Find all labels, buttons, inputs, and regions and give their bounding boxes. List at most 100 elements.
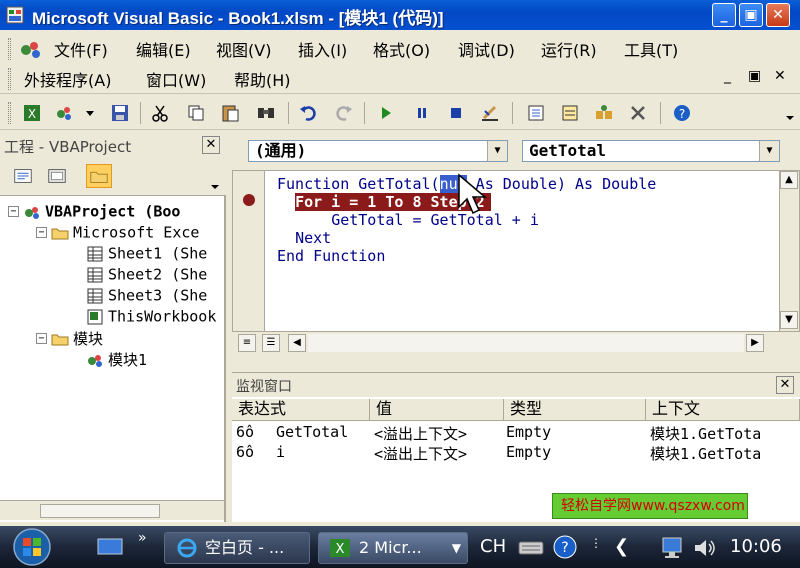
- taskbar-ie-label: 空白页 - ...: [205, 538, 285, 557]
- toggle-folders-icon[interactable]: [86, 164, 112, 188]
- project-toolbar-overflow-icon[interactable]: [208, 176, 222, 192]
- column-header-context[interactable]: 上下文: [646, 399, 800, 421]
- find-icon[interactable]: [256, 103, 276, 123]
- menu-addins[interactable]: 外接程序(A): [24, 67, 111, 91]
- tree-item-vbaproject[interactable]: − VBAProject (Boo: [8, 202, 180, 222]
- close-button[interactable]: ✕: [766, 3, 790, 27]
- menu-debug[interactable]: 调试(D): [458, 37, 515, 61]
- tree-item-thisworkbook[interactable]: ThisWorkbook: [86, 307, 216, 327]
- mdi-close-button[interactable]: ✕: [774, 68, 786, 84]
- procedure-combo[interactable]: GetTotal ▼: [522, 140, 780, 162]
- menu-view[interactable]: 视图(V): [216, 37, 271, 61]
- menu-file[interactable]: 文件(F): [54, 37, 108, 61]
- pause-icon[interactable]: [412, 103, 432, 123]
- toolbox-icon[interactable]: [628, 103, 648, 123]
- view-code-icon[interactable]: [10, 164, 36, 188]
- tree-item-excel-objects[interactable]: − Microsoft Exce: [36, 223, 199, 243]
- watch-row[interactable]: 6ổ i <溢出上下文> Empty 模块1.GetTota: [232, 443, 800, 463]
- tree-item-modules[interactable]: − 模块: [36, 328, 103, 348]
- object-combo[interactable]: (通用) ▼: [248, 140, 508, 162]
- paste-icon[interactable]: [220, 103, 240, 123]
- code-margin[interactable]: [233, 171, 265, 331]
- column-header-value[interactable]: 值: [370, 399, 504, 421]
- menu-window[interactable]: 窗口(W): [146, 67, 206, 91]
- view-object-icon[interactable]: [44, 164, 70, 188]
- menu-edit[interactable]: 编辑(E): [136, 37, 191, 61]
- object-browser-icon[interactable]: [594, 103, 614, 123]
- insert-userform-icon[interactable]: [54, 103, 74, 123]
- maximize-button[interactable]: ▣: [739, 3, 763, 27]
- toolbar-separator: [660, 102, 661, 124]
- project-explorer-close-button[interactable]: ✕: [202, 136, 220, 154]
- scroll-left-icon[interactable]: ◀: [288, 334, 306, 352]
- keyboard-icon[interactable]: [518, 538, 544, 558]
- dropdown-arrow-icon[interactable]: [84, 103, 96, 123]
- help-tray-icon[interactable]: ?: [552, 534, 578, 560]
- collapse-icon[interactable]: −: [36, 333, 47, 344]
- taskbar-excel-button[interactable]: X 2 Micr... ▼: [318, 532, 468, 564]
- redo-icon[interactable]: [334, 103, 354, 123]
- svg-text:X: X: [28, 107, 36, 121]
- procedure-view-icon[interactable]: ≡: [238, 334, 256, 352]
- cut-icon[interactable]: [150, 103, 170, 123]
- column-header-type[interactable]: 类型: [504, 399, 646, 421]
- column-header-expression[interactable]: 表达式: [232, 399, 370, 421]
- watch-row[interactable]: 6ổ GetTotal <溢出上下文> Empty 模块1.GetTota: [232, 423, 800, 443]
- scroll-down-icon[interactable]: ▼: [780, 311, 798, 329]
- show-desktop-icon[interactable]: [96, 536, 124, 558]
- watch-window-title: 监视窗口: [236, 379, 292, 395]
- scroll-thumb[interactable]: [40, 504, 160, 518]
- menu-run[interactable]: 运行(R): [541, 37, 597, 61]
- copy-icon[interactable]: [186, 103, 206, 123]
- collapse-icon[interactable]: −: [36, 227, 47, 238]
- scroll-up-icon[interactable]: ▲: [780, 171, 798, 189]
- tray-expand-icon[interactable]: ❮: [614, 536, 629, 557]
- volume-icon[interactable]: [692, 536, 718, 560]
- minimize-button[interactable]: _: [712, 3, 736, 27]
- menu-format[interactable]: 格式(O): [373, 37, 430, 61]
- mdi-restore-button[interactable]: ▣: [748, 68, 761, 84]
- combo-arrow-icon[interactable]: ▼: [487, 141, 507, 161]
- menu-insert[interactable]: 插入(I): [298, 37, 347, 61]
- tree-item-module1[interactable]: 模块1: [86, 349, 147, 369]
- full-module-view-icon[interactable]: ☰: [262, 334, 280, 352]
- design-mode-icon[interactable]: [480, 103, 500, 123]
- vba-app-icon: [6, 6, 24, 24]
- excel-view-icon[interactable]: X: [22, 103, 42, 123]
- toolbar-overflow-icon[interactable]: [784, 106, 796, 122]
- collapse-icon[interactable]: −: [8, 206, 19, 217]
- network-icon[interactable]: [660, 536, 686, 560]
- scroll-right-icon[interactable]: ▶: [746, 334, 764, 352]
- run-icon[interactable]: [376, 103, 396, 123]
- project-horizontal-scrollbar[interactable]: [0, 500, 224, 520]
- tree-item-sheet3[interactable]: Sheet3 (She: [86, 286, 207, 306]
- taskbar-ie-button[interactable]: 空白页 - ...: [164, 532, 310, 564]
- tree-item-sheet2[interactable]: Sheet2 (She: [86, 265, 207, 285]
- undo-icon[interactable]: [298, 103, 318, 123]
- input-language-indicator[interactable]: CH: [480, 536, 506, 557]
- watch-type: Empty: [506, 423, 552, 441]
- code-vertical-scrollbar[interactable]: ▲ ▼: [779, 171, 799, 331]
- svg-text:?: ?: [679, 107, 685, 121]
- taskbar: » 空白页 - ... X 2 Micr... ▼ CH ? ⋮ ❮ 10:06: [0, 526, 800, 568]
- taskbar-group-arrow-icon[interactable]: ▼: [452, 533, 461, 563]
- combo-arrow-icon[interactable]: ▼: [759, 141, 779, 161]
- tree-item-sheet1[interactable]: Sheet1 (She: [86, 244, 207, 264]
- properties-window-icon[interactable]: [560, 103, 580, 123]
- reset-icon[interactable]: [446, 103, 466, 123]
- clock[interactable]: 10:06: [730, 536, 782, 557]
- menu-help[interactable]: 帮助(H): [234, 67, 291, 91]
- save-icon[interactable]: [110, 103, 130, 123]
- menu-tools[interactable]: 工具(T): [624, 37, 678, 61]
- watch-window-close-button[interactable]: ✕: [776, 376, 794, 394]
- start-orb-icon[interactable]: [6, 526, 58, 568]
- mdi-minimize-button[interactable]: _: [724, 68, 731, 84]
- code-horizontal-scrollbar[interactable]: [308, 334, 744, 352]
- site-watermark: 轻松自学网www.qszxw.com: [552, 493, 748, 519]
- tray-options-icon[interactable]: ⋮: [590, 536, 602, 550]
- quicklaunch-more-icon[interactable]: »: [138, 530, 147, 546]
- help-icon[interactable]: ?: [672, 103, 692, 123]
- breakpoint-icon[interactable]: [243, 194, 255, 206]
- project-explorer-icon[interactable]: [526, 103, 546, 123]
- code-editor[interactable]: Function GetTotal(num As Double) As Doub…: [232, 170, 800, 332]
